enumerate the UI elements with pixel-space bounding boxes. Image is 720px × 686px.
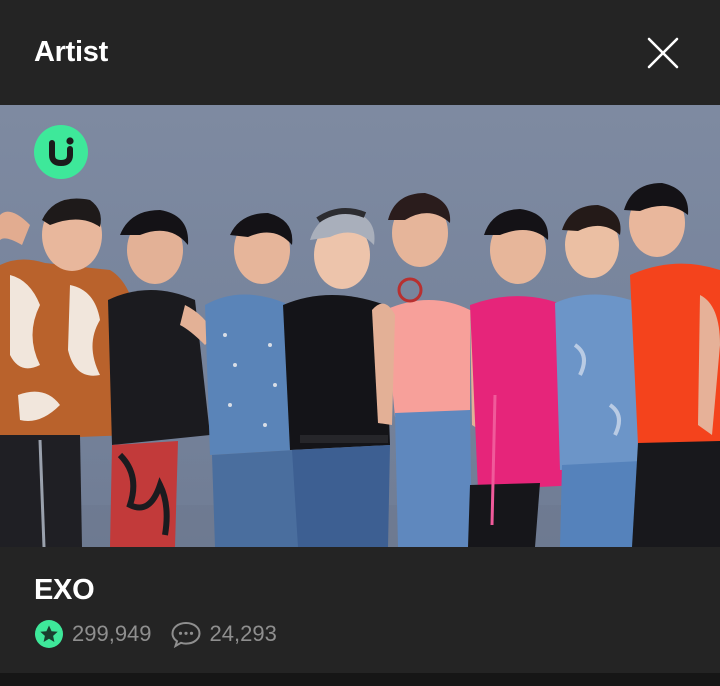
- member-figure: [283, 208, 390, 547]
- u-logo-icon: [34, 125, 88, 179]
- member-figure: [108, 210, 215, 547]
- group-photo-illustration: [0, 183, 720, 547]
- comments-count: 24,293: [209, 621, 277, 646]
- close-icon: [647, 37, 679, 69]
- artist-panel: Artist EXO 299,949 24,293: [0, 0, 720, 686]
- favorites-count: 299,949: [72, 621, 152, 646]
- artist-name: EXO: [34, 574, 95, 606]
- artist-photo[interactable]: [0, 105, 720, 547]
- member-figure: [205, 213, 300, 547]
- page-title: Artist: [34, 36, 108, 68]
- member-figure: [555, 205, 648, 547]
- artist-stats: 299,949 24,293: [34, 619, 277, 649]
- close-button[interactable]: [640, 30, 686, 76]
- member-figure: [624, 183, 720, 547]
- header-bar: Artist: [0, 0, 720, 105]
- star-icon: [35, 620, 63, 648]
- bottom-divider: [0, 673, 720, 686]
- artist-info: EXO 299,949 24,293: [0, 547, 720, 673]
- speech-bubble-icon: [171, 621, 201, 648]
